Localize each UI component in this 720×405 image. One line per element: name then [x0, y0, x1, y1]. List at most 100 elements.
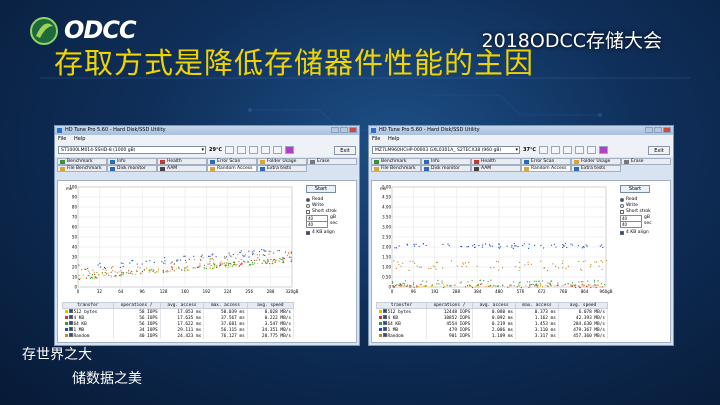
data-point — [263, 249, 265, 251]
tab-health[interactable]: Health — [471, 158, 521, 165]
series-checkbox[interactable] — [382, 309, 387, 313]
options-icon[interactable] — [587, 146, 597, 154]
download-icon[interactable] — [285, 146, 295, 154]
menu-file[interactable]: File — [372, 136, 380, 142]
read-radio[interactable] — [306, 198, 310, 202]
close-button[interactable] — [663, 127, 671, 133]
align-option[interactable]: 4 KB align — [620, 230, 666, 236]
data-point — [100, 266, 102, 268]
data-point — [211, 257, 213, 260]
short-stroke-checkbox[interactable] — [620, 210, 624, 214]
menu-bar: File Help — [369, 135, 673, 143]
tab-extra-tests[interactable]: Extra tests — [571, 165, 621, 172]
series-checkbox[interactable] — [382, 315, 387, 319]
data-point — [594, 284, 596, 286]
tab-benchmark[interactable]: Benchmark — [371, 158, 421, 165]
tab-random-access[interactable]: Random Access — [207, 165, 257, 172]
data-point — [290, 256, 292, 258]
tab-disk-monitor[interactable]: Disk monitor — [421, 165, 471, 172]
menu-help[interactable]: Help — [74, 136, 85, 142]
data-point — [120, 275, 122, 277]
series-checkbox[interactable] — [68, 333, 73, 337]
data-point — [527, 263, 529, 266]
copy-text-icon[interactable] — [237, 146, 247, 154]
tab-folder-usage[interactable]: Folder Usage — [571, 158, 621, 165]
tab-erase[interactable]: Erase — [621, 158, 671, 165]
start-button[interactable]: Start — [620, 185, 650, 193]
data-point — [561, 262, 564, 265]
data-point — [93, 271, 95, 273]
tab-erase[interactable]: Erase — [307, 158, 357, 165]
data-point — [496, 285, 498, 287]
data-point — [395, 284, 397, 287]
tab-aam[interactable]: AAM — [471, 165, 521, 172]
col-max-access: max. access — [515, 302, 559, 309]
x-tick-label: 672 — [538, 289, 546, 294]
series-checkbox[interactable] — [68, 309, 73, 313]
minimize-button[interactable] — [645, 127, 653, 133]
test-options: Start Read Write Short strok 40 gB 40 sec … — [306, 185, 352, 236]
option-label: 4 KB align — [626, 230, 649, 235]
data-point — [213, 267, 215, 269]
series-checkbox[interactable] — [382, 333, 387, 337]
exit-button[interactable]: Exit — [334, 145, 356, 155]
data-point — [532, 283, 534, 285]
tab-extra-tests[interactable]: Extra tests — [257, 165, 307, 172]
series-checkbox[interactable] — [68, 321, 73, 325]
tab-health[interactable]: Health — [157, 158, 207, 165]
window-titlebar[interactable]: HD Tune Pro 5.60 - Hard Disk/SSD Utility — [369, 126, 673, 135]
tab-benchmark[interactable]: Benchmark — [57, 158, 107, 165]
copy-icon[interactable] — [225, 146, 235, 154]
tab-info[interactable]: Info — [421, 158, 471, 165]
data-point — [252, 252, 254, 254]
tab-file-benchmark[interactable]: File Benchmark — [371, 165, 421, 172]
start-button[interactable]: Start — [306, 185, 336, 193]
camera-icon[interactable] — [575, 146, 585, 154]
write-radio[interactable] — [306, 204, 310, 208]
data-point — [176, 260, 179, 262]
y-axis-label: ms — [380, 186, 386, 191]
read-radio[interactable] — [620, 198, 624, 202]
align-checkbox[interactable] — [620, 231, 624, 235]
maximize-button[interactable] — [654, 127, 662, 133]
save-icon[interactable] — [563, 146, 573, 154]
duration-input[interactable]: 40 — [620, 220, 642, 228]
tab-file-benchmark[interactable]: File Benchmark — [57, 165, 107, 172]
menu-file[interactable]: File — [58, 136, 66, 142]
series-checkbox[interactable] — [68, 315, 73, 319]
tab-aam[interactable]: AAM — [157, 165, 207, 172]
window-titlebar[interactable]: HD Tune Pro 5.60 - Hard Disk/SSD Utility — [55, 126, 359, 135]
series-checkbox[interactable] — [382, 321, 387, 325]
tab-info[interactable]: Info — [107, 158, 157, 165]
tab-disk-monitor[interactable]: Disk monitor — [107, 165, 157, 172]
menu-help[interactable]: Help — [388, 136, 399, 142]
tab-error-scan[interactable]: Error Scan — [521, 158, 571, 165]
close-button[interactable] — [349, 127, 357, 133]
copy-text-icon[interactable] — [551, 146, 561, 154]
data-point — [398, 245, 400, 247]
data-point — [166, 271, 168, 273]
series-checkbox[interactable] — [68, 327, 73, 331]
series-checkbox[interactable] — [382, 327, 387, 331]
drive-select[interactable]: ST1000LM014-SSHD-8 (1000 gB) — [58, 146, 206, 154]
minimize-button[interactable] — [331, 127, 339, 133]
short-stroke-checkbox[interactable] — [306, 210, 310, 214]
exit-button[interactable]: Exit — [648, 145, 670, 155]
tab-folder-usage[interactable]: Folder Usage — [257, 158, 307, 165]
duration-input[interactable]: 40 — [306, 220, 328, 228]
drive-select[interactable]: MZ7LM960HCHP-00003 GXL0301A_ S2TECX38 (9… — [372, 146, 520, 154]
download-icon[interactable] — [599, 146, 609, 154]
tab-random-access[interactable]: Random Access — [521, 165, 571, 172]
align-checkbox[interactable] — [306, 231, 310, 235]
file-benchmark-icon — [60, 167, 65, 171]
align-option[interactable]: 4 KB align — [306, 230, 352, 236]
options-icon[interactable] — [273, 146, 283, 154]
save-icon[interactable] — [249, 146, 259, 154]
maximize-button[interactable] — [340, 127, 348, 133]
camera-icon[interactable] — [261, 146, 271, 154]
data-point — [422, 243, 424, 245]
tab-error-scan[interactable]: Error Scan — [207, 158, 257, 165]
write-radio[interactable] — [620, 204, 624, 208]
copy-icon[interactable] — [539, 146, 549, 154]
data-point — [430, 285, 432, 288]
